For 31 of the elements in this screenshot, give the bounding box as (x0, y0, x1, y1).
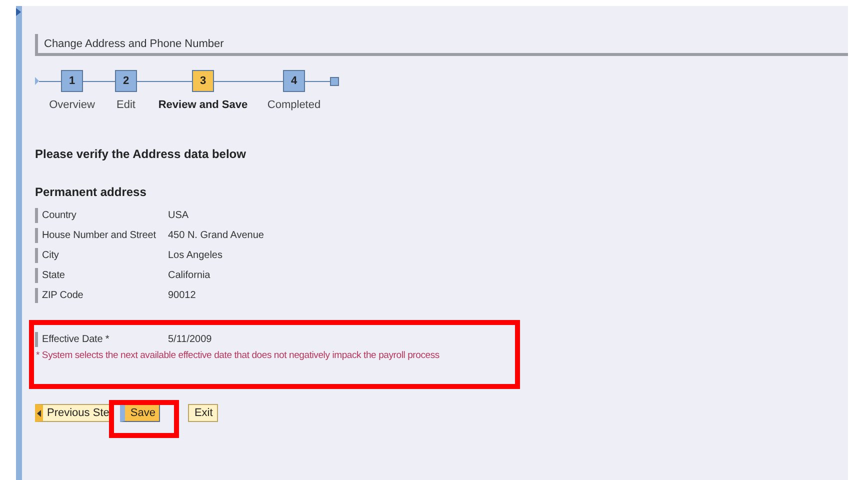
step-number[interactable]: 2 (115, 70, 137, 92)
field-value: 5/11/2009 (168, 334, 212, 344)
field-label: Country (35, 208, 166, 222)
section-heading: Permanent address (35, 185, 148, 199)
field-label: House Number and Street (35, 228, 166, 242)
field-value: USA (168, 210, 189, 220)
step-label: Edit (116, 99, 136, 111)
left-arrow-icon (37, 410, 41, 417)
step-label: Review and Save (158, 99, 248, 111)
field-label: Effective Date * (35, 332, 166, 346)
field-label: City (35, 248, 166, 262)
field-value: California (168, 270, 210, 280)
effective-date-note: * System selects the next available effective date that does not negatively impack the payroll process (36, 350, 440, 361)
field-label: ZIP Code (35, 288, 166, 302)
highlight-frame (109, 400, 179, 438)
expand-arrow-icon[interactable] (16, 8, 21, 16)
field-label: State (35, 268, 166, 282)
step-label: Overview (49, 99, 95, 111)
field-value: 450 N. Grand Avenue (168, 230, 264, 240)
exit-button[interactable]: Exit (188, 404, 218, 422)
start-marker-icon (35, 77, 39, 85)
step-number[interactable]: 1 (61, 70, 83, 92)
verify-heading: Please verify the Address data below (35, 147, 247, 161)
step-number[interactable]: 4 (283, 70, 305, 92)
step-number[interactable]: 3 (192, 70, 214, 92)
field-value: Los Angeles (168, 250, 222, 260)
field-value: 90012 (168, 290, 196, 300)
page-title: Change Address and Phone Number (44, 38, 224, 50)
end-marker-icon (330, 77, 339, 86)
save-button[interactable]: Save (120, 404, 160, 422)
step-label: Completed (267, 99, 321, 111)
